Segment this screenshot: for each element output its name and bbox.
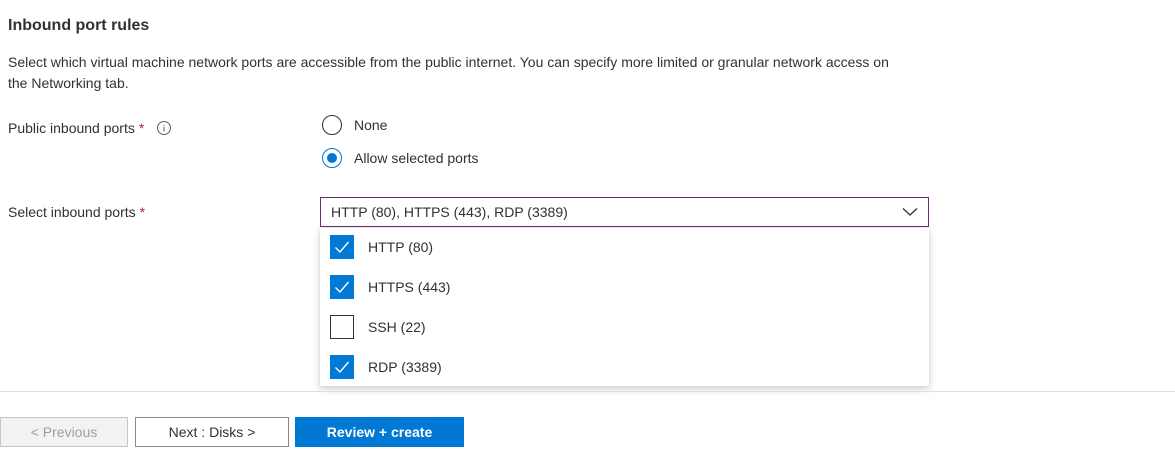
option-http[interactable]: HTTP (80) [330,234,433,260]
required-asterisk: * [139,204,146,220]
option-ssh[interactable]: SSH (22) [330,314,426,340]
inbound-ports-dropdown-panel: HTTP (80) HTTPS (443) SSH (22) RDP (3389… [320,228,929,386]
public-inbound-ports-label: Public inbound ports * [8,120,172,136]
footer-divider [0,391,1175,392]
option-https-checkbox[interactable] [330,275,354,299]
select-inbound-ports-label-text: Select inbound ports [8,204,136,220]
radio-none-circle[interactable] [322,115,342,135]
radio-allow-selected-label: Allow selected ports [354,150,479,166]
option-rdp-label: RDP (3389) [368,359,442,375]
required-asterisk: * [138,120,145,136]
section-title: Inbound port rules [8,17,150,34]
radio-allow-selected-circle[interactable] [322,148,342,168]
checkmark-icon [335,281,350,294]
option-ssh-label: SSH (22) [368,319,426,335]
inbound-ports-dropdown-value: HTTP (80), HTTPS (443), RDP (3389) [331,204,568,220]
option-rdp[interactable]: RDP (3389) [330,354,442,380]
review-create-button[interactable]: Review + create [295,417,464,447]
info-icon[interactable] [156,120,172,136]
option-ssh-checkbox[interactable] [330,315,354,339]
option-http-label: HTTP (80) [368,239,434,255]
inbound-ports-dropdown[interactable]: HTTP (80), HTTPS (443), RDP (3389) [320,197,929,227]
checkmark-icon [335,241,350,254]
radio-none-label: None [354,117,388,133]
section-description: Select which virtual machine network por… [8,54,889,91]
next-disks-button[interactable]: Next : Disks > [135,417,289,447]
option-http-checkbox[interactable] [330,235,354,259]
radio-allow-selected-ports[interactable]: Allow selected ports [322,148,479,168]
option-https-label: HTTPS (443) [368,279,451,295]
option-rdp-checkbox[interactable] [330,355,354,379]
checkmark-icon [335,361,350,374]
option-https[interactable]: HTTPS (443) [330,274,450,300]
previous-button[interactable]: < Previous [0,417,128,447]
radio-none[interactable]: None [322,115,387,135]
select-inbound-ports-label: Select inbound ports * [8,204,145,220]
public-inbound-ports-label-text: Public inbound ports [8,120,135,136]
chevron-down-icon[interactable] [902,207,918,217]
